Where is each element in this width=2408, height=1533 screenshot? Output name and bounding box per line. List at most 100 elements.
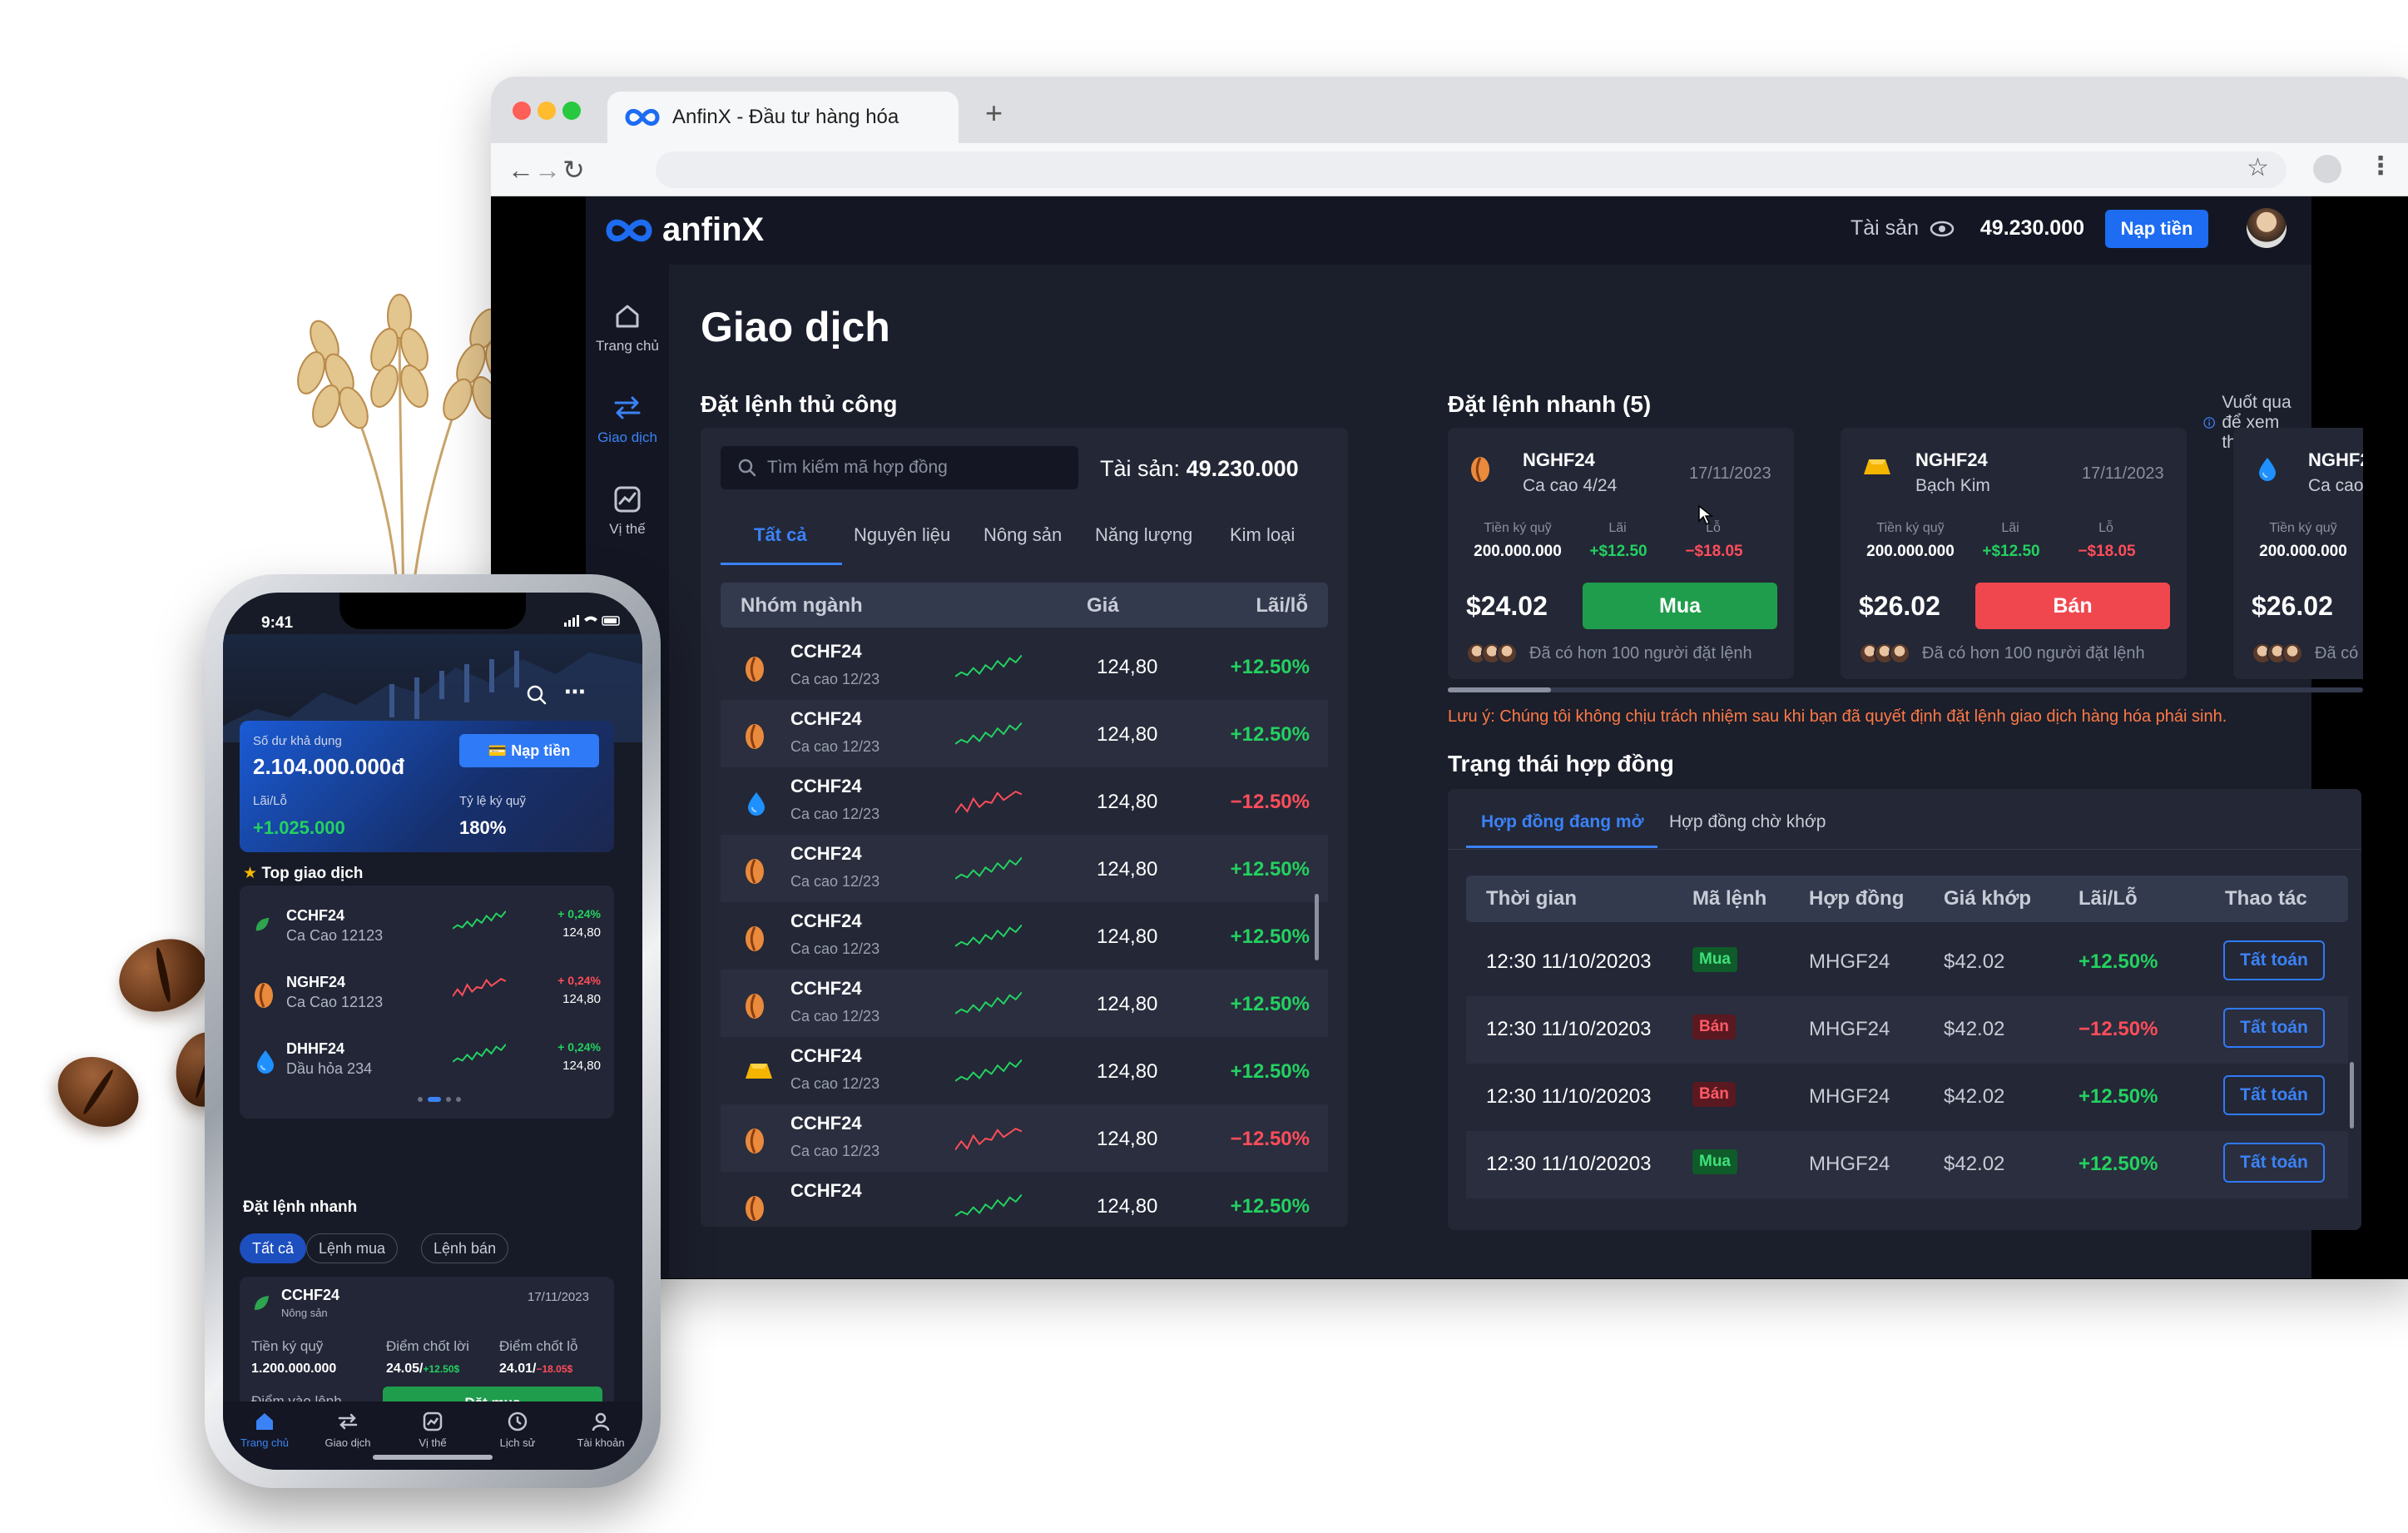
filter-tab-energy[interactable]: Năng lượng bbox=[1095, 524, 1192, 546]
cocoa-bean-icon bbox=[746, 1196, 764, 1221]
top-trade-change: + 0,24% bbox=[557, 1040, 601, 1054]
browser-toolbar: ← → ↻ ☆ ⋮ bbox=[491, 143, 2408, 196]
quick-card-sub: Nông sản bbox=[281, 1307, 328, 1319]
phone-quick-title: Đặt lệnh nhanh bbox=[243, 1198, 358, 1216]
sidebar-item-positions[interactable]: Vị thế bbox=[586, 483, 669, 538]
commodity-row[interactable]: CCHF24 124,80 +12.50% bbox=[721, 1172, 1328, 1227]
commodity-row[interactable]: CCHF24 Ca cao 12/23 124,80 −12.50% bbox=[721, 1104, 1328, 1172]
table-scrollbar[interactable] bbox=[1315, 894, 1319, 960]
commodity-row[interactable]: CCHF24 Ca cao 12/23 124,80 +12.50% bbox=[721, 902, 1328, 970]
tab-open-contracts[interactable]: Hợp đồng đang mở bbox=[1481, 812, 1644, 832]
sell-button[interactable]: Bán bbox=[1975, 583, 2170, 629]
commodity-change: +12.50% bbox=[1230, 1195, 1310, 1218]
nav-positions[interactable]: Vị thế bbox=[399, 1410, 466, 1449]
search-icon[interactable] bbox=[526, 684, 547, 706]
browser-profile-avatar[interactable] bbox=[2313, 155, 2341, 183]
back-icon[interactable]: ← bbox=[508, 153, 534, 186]
browser-menu-icon[interactable]: ⋮ bbox=[2368, 151, 2393, 181]
nav-home[interactable]: Trang chủ bbox=[231, 1410, 298, 1449]
commodity-row[interactable]: CCHF24 Ca cao 12/23 124,80 +12.50% bbox=[721, 970, 1328, 1037]
commodity-row[interactable]: CCHF24 Ca cao 12/23 124,80 +12.50% bbox=[721, 835, 1328, 902]
tab-pending-contracts[interactable]: Hợp đồng chờ khớp bbox=[1669, 812, 1826, 832]
new-tab-button[interactable]: + bbox=[985, 98, 1003, 128]
filter-tab-metals[interactable]: Kim loại bbox=[1230, 524, 1295, 546]
commodity-row[interactable]: CCHF24 Ca cao 12/23 124,80 +12.50% bbox=[721, 700, 1328, 767]
top-trade-item[interactable]: DHHF24 Dầu hỏa 234 + 0,24% 124,80 bbox=[240, 1027, 614, 1094]
quick-card-code: NGHF24 bbox=[1523, 449, 1595, 470]
sidebar-item-trade[interactable]: Giao dịch bbox=[586, 391, 669, 446]
pager-dot[interactable] bbox=[418, 1097, 423, 1102]
phone-deposit-button[interactable]: 💳 Nạp tiền bbox=[459, 734, 599, 767]
sparkline-icon bbox=[955, 991, 1022, 1015]
forward-icon[interactable]: → bbox=[534, 153, 561, 186]
top-trade-code: NGHF24 bbox=[286, 974, 346, 990]
top-trade-item[interactable]: CCHF24 Ca Cao 12123 + 0,24% 124,80 bbox=[240, 894, 614, 960]
bookmark-star-icon[interactable]: ☆ bbox=[2247, 153, 2269, 182]
pager-dot[interactable] bbox=[428, 1097, 441, 1102]
contract-pnl: +12.50% bbox=[2079, 950, 2158, 973]
filter-tab-all[interactable]: Tất cả bbox=[754, 524, 807, 546]
top-trade-item[interactable]: NGHF24 Ca Cao 12123 + 0,24% 124,80 bbox=[240, 960, 614, 1027]
close-position-button[interactable]: Tất toán bbox=[2223, 1143, 2325, 1183]
phone-mockup: 9:41 ⋯ Số dư khả dụng 2.104.000.000đ 💳 N… bbox=[205, 574, 661, 1488]
margin-value: 200.000.000 bbox=[1866, 543, 1955, 560]
commodity-row[interactable]: CCHF24 Ca cao 12/23 124,80 −12.50% bbox=[721, 767, 1328, 835]
chip-sell[interactable]: Lệnh bán bbox=[421, 1233, 509, 1263]
chip-buy[interactable]: Lệnh mua bbox=[306, 1233, 399, 1263]
contract-pnl: +12.50% bbox=[2079, 1153, 2158, 1175]
quick-card-date: 17/11/2023 bbox=[528, 1290, 589, 1304]
commodity-name: Ca cao 12/23 bbox=[790, 1008, 880, 1024]
pager-dot[interactable] bbox=[456, 1097, 461, 1102]
commodity-change: +12.50% bbox=[1230, 858, 1310, 881]
filter-tab-agriculture[interactable]: Nông sản bbox=[984, 524, 1062, 546]
commodity-row[interactable]: CCHF24 Ca cao 12/23 124,80 +12.50% bbox=[721, 633, 1328, 700]
nav-trade[interactable]: Giao dịch bbox=[315, 1410, 381, 1449]
filter-tab-materials[interactable]: Nguyên liệu bbox=[854, 524, 950, 546]
logo-text: anfinX bbox=[662, 211, 765, 248]
minimize-window-dot[interactable] bbox=[538, 102, 556, 120]
home-indicator bbox=[373, 1455, 493, 1460]
column-header: Lãi/lỗ bbox=[1256, 594, 1308, 617]
quick-order-card: NGHF24 Bạch Kim 17/11/2023 Tiền ký quỹ 2… bbox=[1841, 428, 2187, 679]
pager-dot[interactable] bbox=[446, 1097, 451, 1102]
buy-button[interactable]: Mua bbox=[1583, 583, 1777, 629]
sell-button[interactable] bbox=[2368, 583, 2408, 629]
order-side-badge: Mua bbox=[1692, 1149, 1737, 1174]
nav-history[interactable]: Lịch sử bbox=[484, 1410, 551, 1449]
close-position-button[interactable]: Tất toán bbox=[2223, 940, 2325, 980]
column-header: Lãi/Lỗ bbox=[2079, 887, 2138, 910]
carousel-progress-thumb[interactable] bbox=[1448, 687, 1551, 692]
commodity-sparkline bbox=[955, 720, 1022, 748]
quick-order-card: NGHF24 Ca cao 4/24 Tiền ký quỹ 200.000.0… bbox=[2233, 428, 2408, 679]
maximize-window-dot[interactable] bbox=[562, 102, 581, 120]
commodity-name: Ca cao 12/23 bbox=[790, 873, 880, 890]
browser-tab[interactable]: AnfinX - Đầu tư hàng hóa bbox=[607, 92, 959, 143]
address-bar[interactable] bbox=[656, 151, 2287, 188]
commodity-icon bbox=[253, 915, 271, 934]
chip-all[interactable]: Tất cả bbox=[240, 1233, 307, 1263]
top-trade-sparkline bbox=[453, 975, 506, 999]
tab-divider bbox=[1448, 849, 2361, 850]
close-position-button[interactable]: Tất toán bbox=[2223, 1075, 2325, 1115]
gold-bar-icon bbox=[746, 1064, 772, 1079]
anfinx-logo[interactable]: anfinX bbox=[604, 211, 764, 249]
oil-drop-icon bbox=[257, 1050, 274, 1074]
loss-label: Lỗ bbox=[2098, 521, 2113, 535]
commodity-icon bbox=[744, 925, 766, 952]
quick-card-name: Ca cao 4/24 bbox=[1523, 476, 1618, 495]
sidebar-item-home[interactable]: Trang chủ bbox=[586, 300, 669, 355]
more-icon[interactable]: ⋯ bbox=[564, 679, 586, 705]
margin-label: Tiền ký quỹ bbox=[251, 1338, 324, 1354]
close-window-dot[interactable] bbox=[513, 102, 531, 120]
contract-time: 12:30 11/10/20203 bbox=[1486, 1153, 1652, 1175]
commodity-row[interactable]: CCHF24 Ca cao 12/23 124,80 +12.50% bbox=[721, 1037, 1328, 1104]
margin-value: 200.000.000 bbox=[1474, 543, 1562, 560]
contracts-scrollbar[interactable] bbox=[2350, 1062, 2354, 1129]
column-header: Thời gian bbox=[1486, 887, 1578, 910]
commodity-name: Ca cao 12/23 bbox=[790, 671, 880, 687]
contract-search-input[interactable]: Tìm kiếm mã hợp đồng bbox=[721, 446, 1078, 489]
reload-icon[interactable]: ↻ bbox=[562, 153, 585, 186]
close-position-button[interactable]: Tất toán bbox=[2223, 1008, 2325, 1048]
commodity-code: CCHF24 bbox=[790, 708, 862, 729]
nav-account[interactable]: Tài khoản bbox=[567, 1410, 634, 1449]
